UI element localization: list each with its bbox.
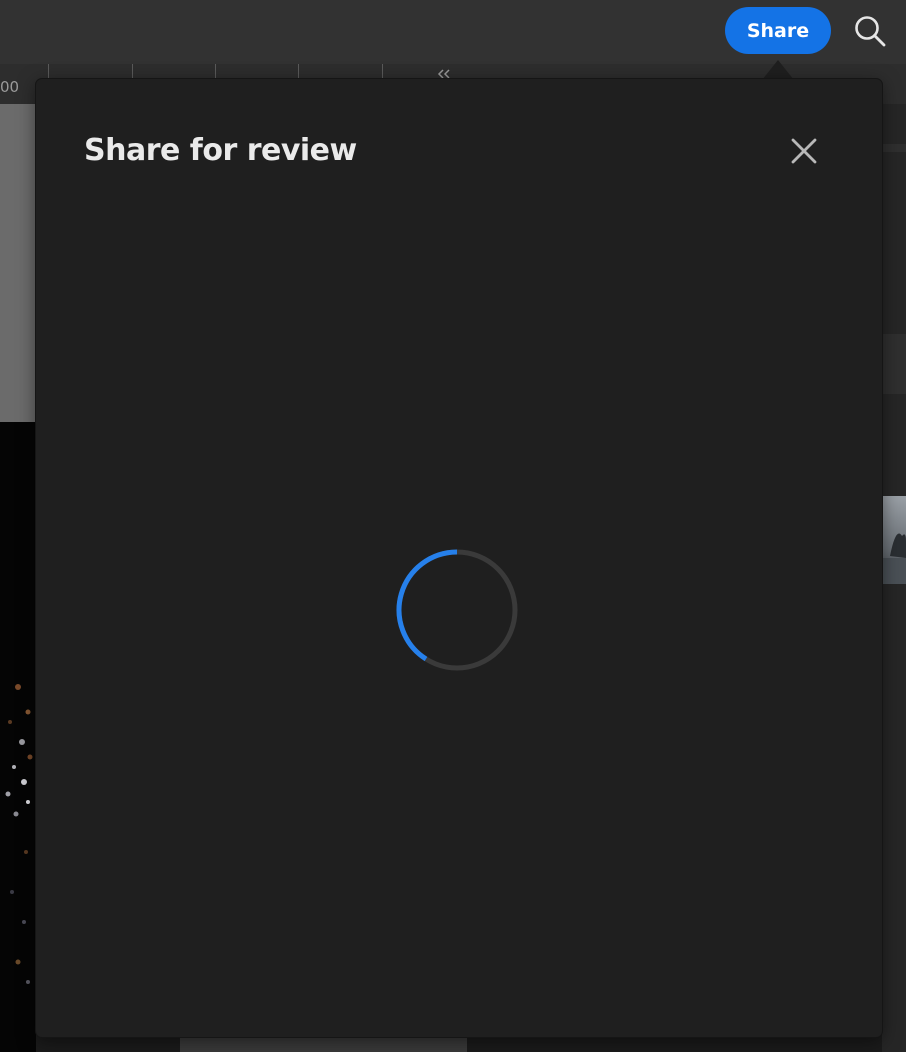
ruler-tick [215, 64, 216, 78]
search-icon[interactable] [853, 14, 887, 48]
photo-thumbnail [882, 496, 906, 584]
loading-spinner-icon [396, 549, 518, 671]
share-for-review-dialog: Share for review [36, 79, 882, 1037]
ruler-tick [132, 64, 133, 78]
ruler-tick [382, 64, 383, 78]
panel-divider [882, 144, 906, 152]
photo-foliage [5, 684, 33, 984]
panel-line [882, 870, 883, 898]
canvas-photo [0, 422, 36, 1052]
share-button[interactable]: Share [725, 7, 831, 54]
dialog-title: Share for review [84, 133, 357, 168]
popover-arrow [762, 60, 794, 80]
close-icon [791, 138, 817, 164]
close-button[interactable] [784, 131, 824, 171]
ruler-label: 00 [0, 78, 20, 96]
panel-section [882, 334, 906, 394]
canvas-background [0, 104, 36, 422]
app-window: Share 00 Share for review [0, 0, 906, 1052]
top-app-bar: Share [0, 0, 906, 64]
ruler-tick [298, 64, 299, 78]
panel-line [882, 800, 883, 828]
bottom-strip [180, 1038, 467, 1052]
ruler-tick [48, 64, 49, 78]
